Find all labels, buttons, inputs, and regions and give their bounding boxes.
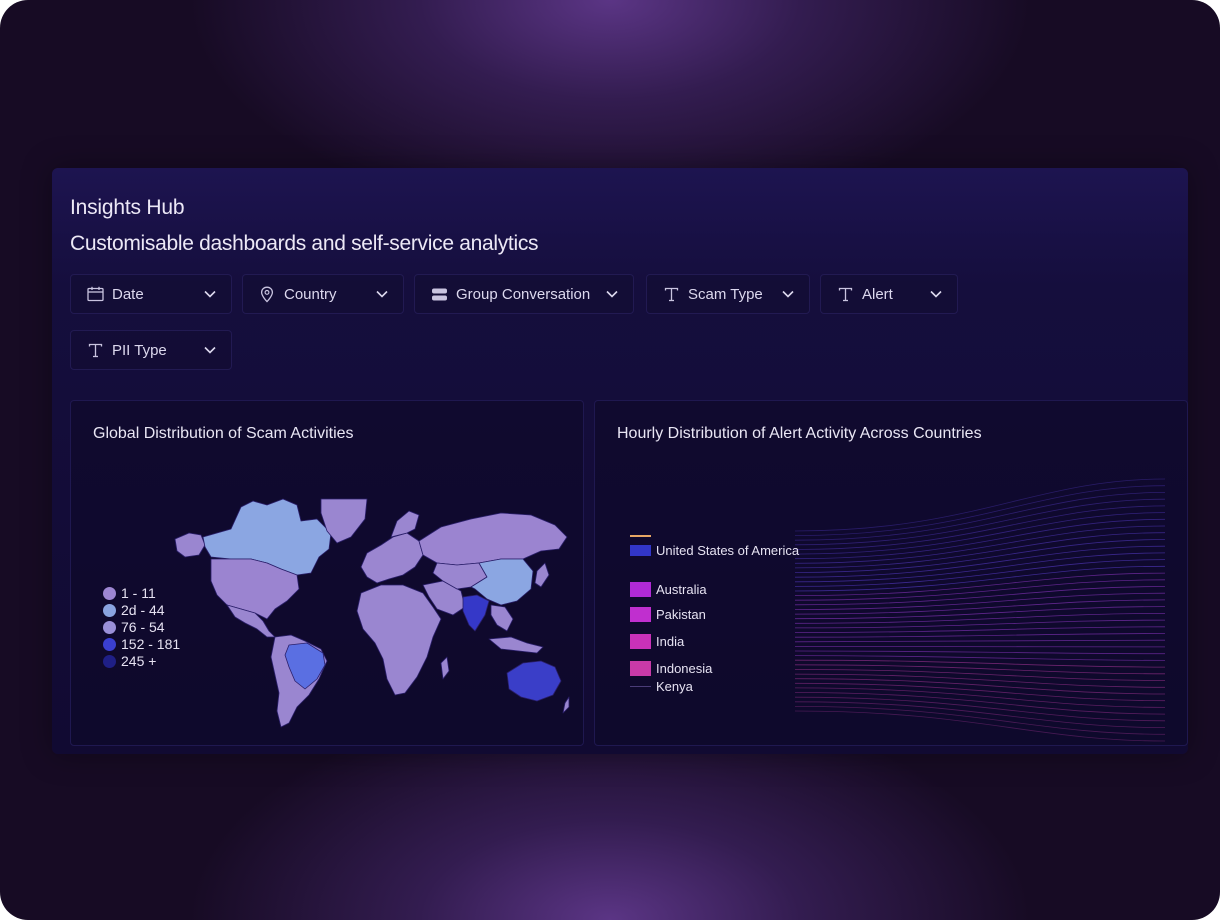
map-region-india [462, 594, 490, 632]
calendar-icon [86, 285, 104, 303]
map-legend-item: 1 - 11 [103, 585, 156, 601]
hourly-legend-item: Australia [630, 582, 707, 597]
chevron-down-icon [929, 287, 943, 301]
flow-line [794, 706, 1166, 735]
filter-pii-type[interactable]: PII Type [70, 330, 232, 370]
app-window: Insights Hub Customisable dashboards and… [0, 0, 1220, 920]
legend-label: Kenya [656, 679, 693, 694]
filter-country[interactable]: Country [242, 274, 404, 314]
map-region-scandinavia [390, 510, 420, 538]
flow-line [794, 650, 1166, 655]
flow-line [794, 492, 1166, 541]
text-type-icon [836, 285, 854, 303]
flow-line [794, 639, 1166, 643]
legend-swatch [630, 634, 651, 649]
hourly-card: Hourly Distribution of Alert Activity Ac… [594, 400, 1188, 746]
legend-label: Australia [656, 582, 707, 597]
legend-swatch [630, 582, 651, 597]
map-card: Global Distribution of Scam Activities 1… [70, 400, 584, 746]
legend-label: Pakistan [656, 607, 706, 622]
flow-line [794, 619, 1166, 629]
hourly-legend-item: United States of America [630, 535, 799, 558]
chevron-down-icon [781, 287, 795, 301]
map-region-japan [534, 562, 550, 588]
filter-group-conversation[interactable]: Group Conversation [414, 274, 634, 314]
legend-label: 245 + [121, 653, 157, 669]
map-region-alaska [174, 532, 206, 558]
legend-swatch [630, 661, 651, 676]
flow-line [794, 559, 1166, 587]
hourly-legend-item: India [630, 634, 684, 649]
map-legend-item: 245 + [103, 653, 156, 669]
filter-alert-label: Alert [862, 285, 893, 303]
map-region-new-zealand [562, 696, 570, 714]
page-title: Insights Hub [70, 196, 185, 219]
filter-scam-type-label: Scam Type [688, 285, 763, 303]
legend-dot [103, 603, 116, 617]
filter-alert[interactable]: Alert [820, 274, 958, 314]
filter-date-label: Date [112, 285, 144, 303]
legend-label: 2d - 44 [121, 602, 165, 618]
filter-date[interactable]: Date [70, 274, 232, 314]
chevron-down-icon [203, 287, 217, 301]
page-subtitle: Customisable dashboards and self-service… [70, 232, 539, 255]
map-region-australia [506, 660, 562, 702]
map-legend-item: 2d - 44 [103, 602, 165, 618]
map-region-africa [356, 584, 442, 696]
flow-line [794, 586, 1166, 606]
chevron-down-icon [375, 287, 389, 301]
hourly-flow-chart [794, 478, 1166, 742]
text-type-icon [86, 341, 104, 359]
legend-swatch [630, 545, 651, 556]
filter-scam-type[interactable]: Scam Type [646, 274, 810, 314]
flow-line [794, 633, 1166, 638]
legend-line [630, 686, 651, 687]
map-legend-item: 152 - 181 [103, 636, 180, 652]
map-region-russia [418, 512, 568, 566]
map-region-europe [360, 532, 424, 584]
legend-dot [103, 620, 116, 634]
insights-panel: Insights Hub Customisable dashboards and… [52, 168, 1188, 754]
flow-line [794, 659, 1166, 668]
hourly-legend-item: Kenya [630, 679, 693, 694]
legend-label: United States of America [656, 543, 800, 558]
map-card-title: Global Distribution of Scam Activities [93, 425, 354, 442]
legend-dot [103, 654, 116, 668]
flow-line [794, 599, 1166, 615]
flow-line [794, 664, 1166, 675]
flow-line [794, 646, 1166, 648]
legend-swatch [630, 607, 651, 622]
legend-line [630, 535, 651, 537]
filter-pii-type-label: PII Type [112, 341, 167, 359]
legend-label: Indonesia [656, 661, 713, 676]
hourly-legend-item: Pakistan [630, 607, 706, 622]
legend-dot [103, 586, 116, 600]
legend-label: India [656, 634, 685, 649]
flow-line [794, 696, 1166, 722]
map-region-madagascar [440, 656, 450, 680]
map-legend-item: 76 - 54 [103, 619, 165, 635]
chevron-down-icon [203, 343, 217, 357]
chevron-down-icon [605, 287, 619, 301]
map-region-indonesia [488, 636, 544, 654]
legend-label: 76 - 54 [121, 619, 165, 635]
filter-group-conversation-label: Group Conversation [456, 285, 591, 303]
flow-line [794, 532, 1166, 569]
map-region-southeast-asia [490, 604, 514, 632]
flow-line [794, 655, 1166, 661]
legend-dot [103, 637, 116, 651]
group-icon [430, 285, 448, 303]
hourly-legend-item: Indonesia [630, 661, 712, 676]
legend-label: 1 - 11 [121, 585, 156, 601]
text-type-icon [662, 285, 680, 303]
location-pin-icon [258, 285, 276, 303]
filter-country-label: Country [284, 285, 337, 303]
flow-line [794, 478, 1166, 532]
world-map[interactable] [171, 497, 571, 732]
